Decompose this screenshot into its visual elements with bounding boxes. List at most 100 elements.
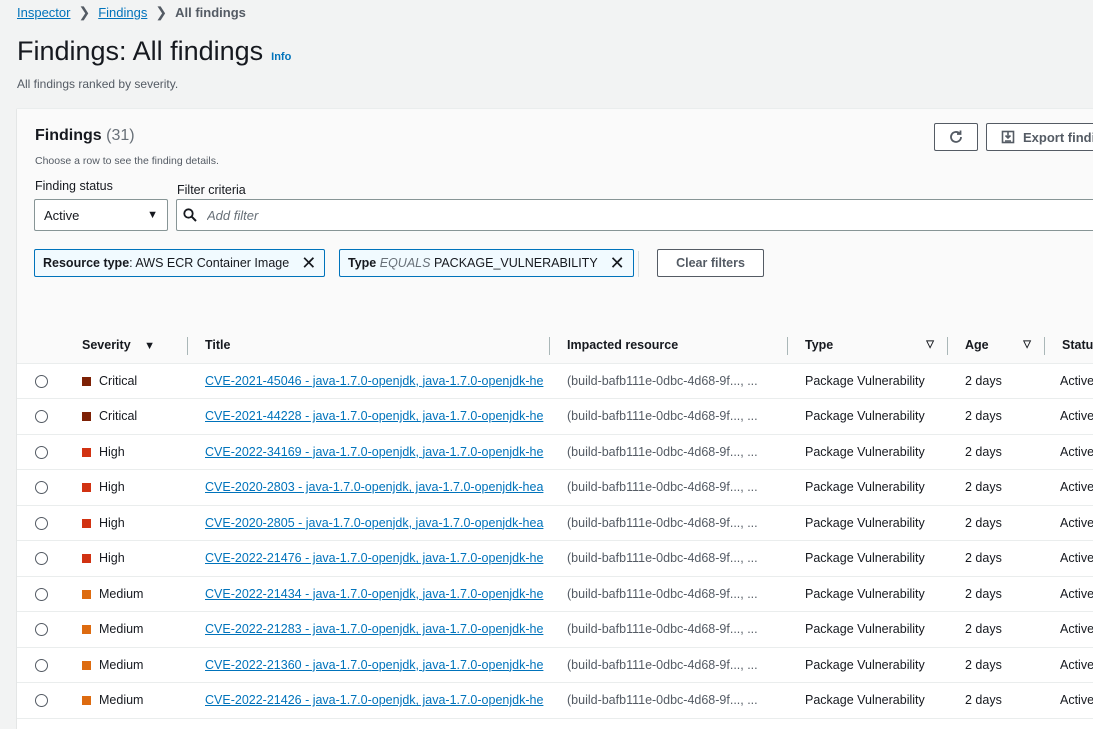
close-icon[interactable]: ✕ — [610, 254, 625, 272]
age-cell: 2 days — [948, 647, 1045, 683]
status-cell: Active — [1045, 682, 1093, 719]
row-select[interactable] — [17, 363, 82, 399]
table-row[interactable]: Medium CVE-2022-21283 - java-1.7.0-openjd… — [17, 611, 1093, 648]
info-link[interactable]: Info — [271, 51, 291, 63]
radio-button[interactable] — [35, 587, 48, 601]
export-findings-button[interactable]: Export findi — [986, 123, 1093, 151]
row-select[interactable] — [17, 469, 82, 506]
finding-status-select[interactable]: Active ▼ — [34, 199, 168, 231]
severity-cell: Critical — [82, 363, 188, 399]
resource-cell: (build-bafb111e-0dbc-4d68-9f..., ... — [550, 540, 788, 577]
impacted-resource: (build-bafb111e-0dbc-4d68-9f..., ... — [567, 480, 758, 495]
table-row[interactable]: Critical CVE-2021-45046 - java-1.7.0-open… — [17, 363, 1093, 399]
severity-square-icon — [82, 483, 91, 493]
finding-title-link[interactable]: CVE-2020-2805 - java-1.7.0-openjdk, java… — [205, 516, 550, 530]
findings-panel: Findings (31) Choose a row to see the fi… — [17, 108, 1093, 729]
severity-text: High — [99, 551, 125, 566]
severity-text: High — [99, 444, 125, 459]
severity-cell: High — [82, 434, 188, 470]
severity-text: Critical — [99, 409, 138, 424]
type-cell: Package Vulnerability — [788, 647, 948, 683]
table-row[interactable]: Critical CVE-2021-44228 - java-1.7.0-open… — [17, 398, 1093, 435]
table-row[interactable]: High CVE-2020-2803 - java-1.7.0-openjdk, … — [17, 469, 1093, 506]
age-cell: 2 days — [948, 398, 1045, 435]
resource-cell: (build-bafb111e-0dbc-4d68-9f..., ... — [550, 469, 788, 506]
header-type[interactable]: Type ▽ — [788, 328, 948, 364]
title-cell: CVE-2022-21360 - java-1.7.0-openjdk, jav… — [188, 647, 550, 683]
row-select[interactable] — [17, 505, 82, 541]
row-select[interactable] — [17, 576, 82, 612]
filter-input[interactable] — [205, 206, 1009, 224]
token-value: PACKAGE_VULNERABILITY — [433, 256, 598, 270]
breadcrumb-inspector[interactable]: Inspector — [17, 5, 70, 20]
severity-text: High — [99, 480, 125, 495]
type-cell: Package Vulnerability — [788, 540, 948, 577]
radio-button[interactable] — [35, 552, 48, 566]
severity-square-icon — [82, 589, 91, 599]
refresh-button[interactable] — [934, 123, 978, 151]
table-row[interactable]: Medium CVE-2022-21434 - java-1.7.0-openjd… — [17, 576, 1093, 612]
radio-button[interactable] — [35, 410, 48, 424]
finding-title-link[interactable]: CVE-2022-34169 - java-1.7.0-openjdk, jav… — [205, 445, 550, 459]
row-select[interactable] — [17, 611, 82, 648]
finding-title-link[interactable]: CVE-2022-21283 - java-1.7.0-openjdk, jav… — [205, 622, 550, 636]
status-cell: Active — [1045, 576, 1093, 612]
resource-cell: (build-bafb111e-0dbc-4d68-9f..., ... — [550, 398, 788, 435]
title-cell: CVE-2021-45046 - java-1.7.0-openjdk, jav… — [188, 363, 550, 399]
type-cell: Package Vulnerability — [788, 682, 948, 719]
finding-title-link[interactable]: CVE-2022-21360 - java-1.7.0-openjdk, jav… — [205, 658, 550, 672]
row-select[interactable] — [17, 647, 82, 683]
age-cell: 2 days — [948, 682, 1045, 719]
radio-button[interactable] — [35, 481, 48, 495]
severity-square-icon — [82, 625, 91, 635]
severity-text: Medium — [99, 586, 144, 601]
finding-status-value: Active — [44, 207, 80, 223]
row-select[interactable] — [17, 434, 82, 470]
row-select[interactable] — [17, 398, 82, 435]
breadcrumb-findings[interactable]: Findings — [98, 5, 147, 20]
title-cell: CVE-2022-34169 - java-1.7.0-openjdk, jav… — [188, 434, 550, 470]
age-cell: 2 days — [948, 576, 1045, 612]
table-row[interactable]: High CVE-2020-2805 - java-1.7.0-openjdk, … — [17, 505, 1093, 541]
row-select[interactable] — [17, 540, 82, 577]
table-row[interactable]: High CVE-2022-21476 - java-1.7.0-openjdk,… — [17, 540, 1093, 577]
export-label: Export findi — [1023, 129, 1093, 145]
token-key: Type — [348, 256, 377, 270]
radio-button[interactable] — [35, 658, 48, 672]
finding-status-label: Finding status — [35, 179, 113, 193]
title-cell: CVE-2022-21434 - java-1.7.0-openjdk, jav… — [188, 576, 550, 612]
page-title-row: Findings: All findings Info — [17, 36, 291, 67]
row-select[interactable] — [17, 682, 82, 719]
table-row[interactable]: Medium CVE-2022-21360 - java-1.7.0-openjd… — [17, 647, 1093, 683]
table-row[interactable]: Medium CVE-2022-21426 - java-1.7.0-openjd… — [17, 682, 1093, 719]
sort-descending-icon: ▼ — [144, 340, 156, 353]
header-severity[interactable]: Severity ▼ — [82, 328, 188, 364]
panel-title: Findings (31) — [35, 127, 135, 145]
radio-button[interactable] — [35, 445, 48, 459]
radio-button[interactable] — [35, 374, 48, 388]
findings-count: (31) — [106, 127, 135, 144]
finding-title-link[interactable]: CVE-2022-21426 - java-1.7.0-openjdk, jav… — [205, 693, 550, 707]
resource-cell: (build-bafb111e-0dbc-4d68-9f..., ... — [550, 611, 788, 648]
resource-cell: (build-bafb111e-0dbc-4d68-9f..., ... — [550, 647, 788, 683]
header-impacted-resource[interactable]: Impacted resource — [550, 328, 788, 364]
radio-button[interactable] — [35, 516, 48, 530]
header-age[interactable]: Age ▽ — [948, 328, 1045, 364]
severity-cell: Medium — [82, 576, 188, 612]
finding-title-link[interactable]: CVE-2022-21476 - java-1.7.0-openjdk, jav… — [205, 551, 550, 565]
finding-title-link[interactable]: CVE-2020-2803 - java-1.7.0-openjdk, java… — [205, 480, 550, 494]
table-row[interactable]: High CVE-2022-34169 - java-1.7.0-openjdk,… — [17, 434, 1093, 470]
radio-button[interactable] — [35, 694, 48, 708]
filter-search[interactable] — [176, 199, 1093, 231]
filter-divider — [638, 251, 639, 277]
finding-title-link[interactable]: CVE-2022-21434 - java-1.7.0-openjdk, jav… — [205, 587, 550, 601]
close-icon[interactable]: ✕ — [301, 254, 316, 272]
title-cell: CVE-2020-2803 - java-1.7.0-openjdk, java… — [188, 469, 550, 506]
header-status[interactable]: Status — [1045, 328, 1093, 364]
clear-filters-button[interactable]: Clear filters — [657, 249, 764, 277]
finding-title-link[interactable]: CVE-2021-44228 - java-1.7.0-openjdk, jav… — [205, 409, 550, 423]
severity-text: High — [99, 515, 125, 530]
header-title[interactable]: Title — [188, 328, 550, 364]
radio-button[interactable] — [35, 623, 48, 637]
finding-title-link[interactable]: CVE-2021-45046 - java-1.7.0-openjdk, jav… — [205, 374, 550, 388]
